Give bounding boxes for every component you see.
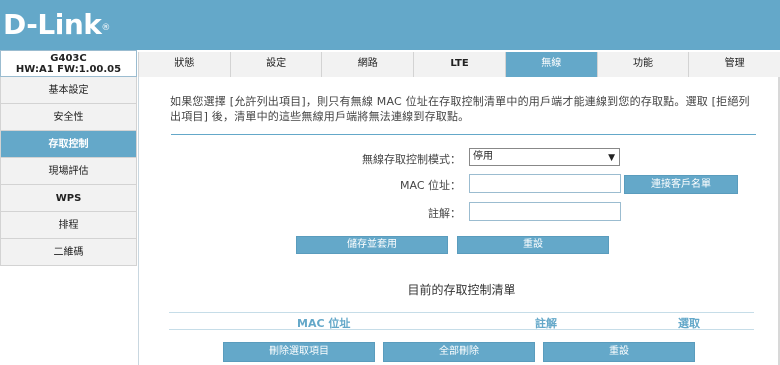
tab-status[interactable]: 狀態 — [138, 52, 230, 77]
save-apply-button[interactable]: 儲存並套用 — [296, 236, 448, 254]
sidebar-item-security[interactable]: 安全性 — [0, 104, 137, 131]
tab-lte[interactable]: LTE — [413, 52, 505, 77]
tab-features[interactable]: 功能 — [596, 52, 689, 77]
header-bar: D-Link® — [0, 0, 780, 50]
top-tabs: 狀態 設定 網路 LTE 無線 功能 管理 — [138, 50, 780, 77]
device-info: G403C HW:A1 FW:1.00.05 — [0, 50, 137, 77]
sidebar-item-wps[interactable]: WPS — [0, 185, 137, 212]
reset-list-button[interactable]: 重設 — [543, 342, 695, 362]
reset-button[interactable]: 重設 — [457, 236, 609, 254]
mac-address-label: MAC 位址： — [400, 179, 461, 192]
note-label: 註解： — [428, 207, 461, 220]
tab-network[interactable]: 網路 — [321, 52, 414, 77]
device-model: G403C — [50, 53, 87, 64]
column-header-note: 註解 — [535, 317, 557, 330]
access-mode-select[interactable]: 停用 ▼ — [469, 148, 620, 166]
chevron-down-icon: ▼ — [608, 153, 615, 163]
column-header-mac: MAC 位址 — [297, 317, 351, 330]
main-content: 如果您選擇 [允許列出項目]，則只有無線 MAC 位址在存取控制清單中的用戶端才… — [138, 77, 780, 365]
delete-all-button[interactable]: 全部刪除 — [383, 342, 535, 362]
mac-address-input[interactable] — [469, 174, 621, 193]
sidebar-item-access-control[interactable]: 存取控制 — [0, 131, 137, 158]
sidebar-item-basic-settings[interactable]: 基本設定 — [0, 77, 137, 104]
access-list-table-header: MAC 位址 註解 選取 — [169, 312, 754, 330]
access-control-list-title: 目前的存取控制清單 — [407, 283, 516, 297]
sidebar-item-site-survey[interactable]: 現場評估 — [0, 158, 137, 185]
column-header-select: 選取 — [678, 317, 700, 330]
section-divider — [171, 134, 756, 135]
access-mode-value: 停用 — [473, 151, 493, 162]
delete-selected-button[interactable]: 刪除選取項目 — [223, 342, 375, 362]
note-input[interactable] — [469, 202, 621, 221]
sidebar-item-qr-code[interactable]: 二維碼 — [0, 239, 137, 266]
tab-wireless[interactable]: 無線 — [504, 52, 597, 77]
sidebar-item-schedule[interactable]: 排程 — [0, 212, 137, 239]
device-version: HW:A1 FW:1.00.05 — [15, 64, 122, 75]
tab-setup[interactable]: 設定 — [229, 52, 322, 77]
sidebar: 基本設定 安全性 存取控制 現場評估 WPS 排程 二維碼 — [0, 77, 137, 266]
tab-management[interactable]: 管理 — [688, 52, 780, 77]
dlink-logo: D-Link® — [3, 8, 110, 41]
connected-clients-button[interactable]: 連接客戶名單 — [624, 175, 738, 194]
page-description: 如果您選擇 [允許列出項目]，則只有無線 MAC 位址在存取控制清單中的用戶端才… — [170, 95, 750, 123]
access-mode-label: 無線存取控制模式： — [362, 153, 461, 166]
